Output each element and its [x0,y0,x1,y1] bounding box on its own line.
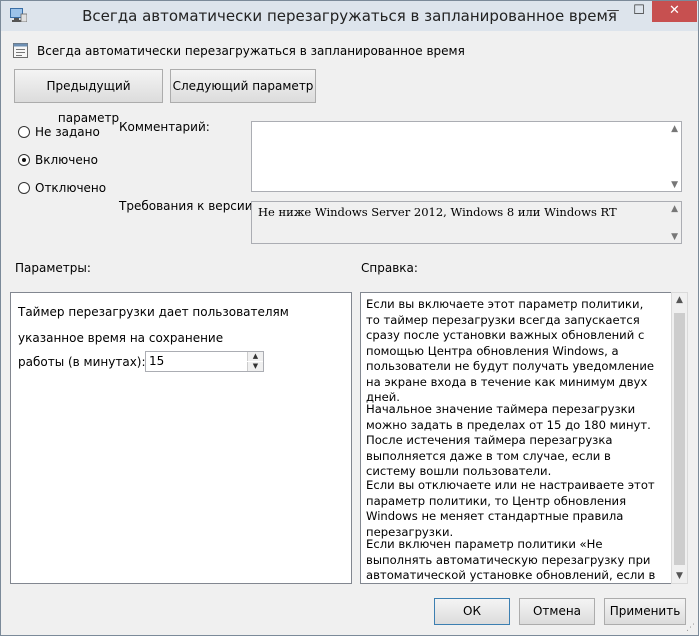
scroll-down-icon[interactable]: ▼ [676,571,683,581]
timer-description-line1: Таймер перезагрузки дает пользователям [18,305,289,319]
dialog-content: Всегда автоматически перезагружаться в з… [1,31,698,635]
requirements-field: Не ниже Windows Server 2012, Windows 8 и… [251,201,682,244]
radio-label[interactable]: Не задано [35,125,100,139]
comment-scrollbar[interactable]: ▲ ▼ [665,122,681,191]
title-bar[interactable]: Всегда автоматически перезагружаться в з… [1,1,698,31]
radio-label[interactable]: Отключено [35,181,106,195]
resize-grip-icon[interactable]: ⋰ [686,623,696,633]
minimize-button[interactable]: — [600,1,626,22]
maximize-button[interactable]: ☐ [626,1,652,22]
radio-label[interactable]: Включено [35,153,98,167]
policy-name: Всегда автоматически перезагружаться в з… [37,44,465,58]
timer-minutes-label: работы (в минутах): [18,355,146,369]
minutes-spinbox[interactable]: 15 ▲ ▼ [145,351,264,372]
close-button[interactable]: ✕ [652,1,697,22]
scroll-up-icon[interactable]: ▲ [671,124,678,134]
help-scrollbar[interactable]: ▲ ▼ [671,292,688,584]
parameters-panel: Таймер перезагрузки дает пользователям у… [10,292,352,584]
policy-setting-icon [13,43,28,58]
requirements-label: Требования к версии: [119,199,257,213]
radio-circle[interactable] [18,154,30,166]
comment-textarea[interactable]: ▲ ▼ [251,121,682,192]
timer-description-line2: указанное время на сохранение [18,331,224,345]
help-paragraph: Если вы отключаете или не настраиваете э… [366,478,655,539]
apply-button[interactable]: Применить [604,598,686,625]
window-title: Всегда автоматически перезагружаться в з… [82,7,617,25]
help-header: Справка: [361,261,418,275]
parameters-header: Параметры: [15,261,91,275]
scroll-down-icon[interactable]: ▼ [671,232,678,242]
comment-label: Комментарий: [119,120,210,134]
help-paragraph: Начальное значение таймера перезагрузки … [366,402,651,478]
spin-down-icon[interactable]: ▼ [247,362,263,371]
next-setting-button[interactable]: Следующий параметр [170,69,316,103]
scrollbar-thumb[interactable] [674,313,685,565]
radio-circle[interactable] [18,126,30,138]
radio-circle[interactable] [18,182,30,194]
scroll-up-icon[interactable]: ▲ [671,204,678,214]
requirements-value: Не ниже Windows Server 2012, Windows 8 и… [258,205,617,219]
scroll-down-icon[interactable]: ▼ [671,180,678,190]
minutes-value[interactable]: 15 [149,354,164,368]
scroll-up-icon[interactable]: ▲ [676,295,683,305]
help-paragraph: Если вы включаете этот параметр политики… [366,297,654,404]
requirements-scrollbar[interactable]: ▲ ▼ [665,202,681,243]
help-paragraph: Если включен параметр политики «Не выпол… [366,537,656,582]
previous-setting-button[interactable]: Предыдущий параметр [14,69,163,125]
help-panel: Если вы включаете этот параметр политики… [360,292,673,584]
dialog-window: Всегда автоматически перезагружаться в з… [0,0,699,636]
cancel-button[interactable]: Отмена [519,598,595,625]
spin-up-icon[interactable]: ▲ [247,352,263,361]
ok-button[interactable]: ОК [434,598,510,625]
radio-selected-dot [22,158,26,162]
